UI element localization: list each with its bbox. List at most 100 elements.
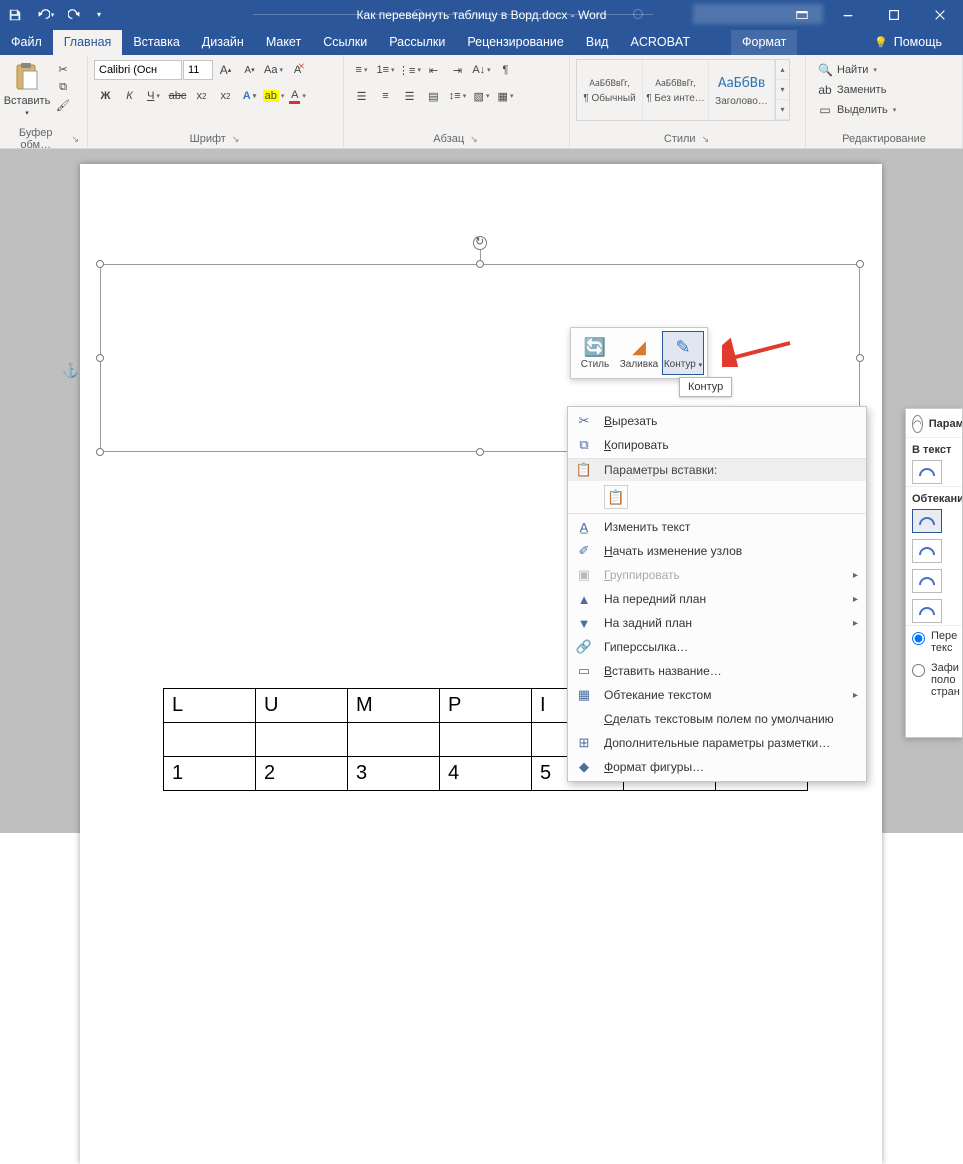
style-heading1[interactable]: АаБбВв Заголово… — [709, 60, 775, 120]
resize-handle-s[interactable] — [476, 448, 484, 456]
tab-file[interactable]: Файл — [0, 30, 53, 55]
ctx-edit-points[interactable]: ✐Начать изменение узлов — [568, 539, 866, 563]
borders-icon[interactable]: ▦ — [494, 85, 517, 107]
justify-icon[interactable]: ▤ — [422, 85, 445, 107]
maximize-icon[interactable] — [871, 0, 917, 29]
ctx-copy[interactable]: ⧉Копировать — [568, 433, 866, 457]
select-button[interactable]: ▭Выделить▾ — [814, 101, 900, 119]
replace-button[interactable]: abЗаменить — [814, 81, 900, 99]
resize-handle-e[interactable] — [856, 354, 864, 362]
resize-handle-nw[interactable] — [96, 260, 104, 268]
shape-fill-button[interactable]: ◢Заливка — [618, 331, 660, 375]
layout-wrap-thumb[interactable] — [912, 599, 942, 623]
document-area: ⚓ LU MP IC S 12 34 56 7 🔄Стиль ◢Заливка … — [0, 149, 963, 833]
undo-icon[interactable]: ▾ — [30, 0, 60, 29]
style-no-spacing[interactable]: АаБбВвГг, ¶ Без инте… — [643, 60, 709, 120]
ctx-edit-text[interactable]: A̲Изменить текст — [568, 515, 866, 539]
ctx-hyperlink[interactable]: 🔗Гиперссылка… — [568, 635, 866, 659]
style-normal[interactable]: АаБбВвГг, ¶ Обычный — [577, 60, 643, 120]
styles-more-icon[interactable]: ▾ — [776, 100, 789, 120]
line-spacing-icon[interactable]: ↕≡ — [446, 85, 469, 107]
clipboard-launcher-icon[interactable]: ↘ — [69, 134, 81, 145]
copy-icon[interactable]: ⧉ — [52, 79, 74, 95]
resize-handle-w[interactable] — [96, 354, 104, 362]
ctx-format-shape[interactable]: ◆Формат фигуры… — [568, 755, 866, 779]
resize-handle-n[interactable] — [476, 260, 484, 268]
multilevel-icon[interactable]: ⋮≡ — [398, 59, 421, 81]
change-case-icon[interactable]: Aa — [262, 59, 285, 81]
styles-launcher-icon[interactable]: ↘ — [700, 134, 712, 145]
layout-wrap-thumb[interactable] — [912, 539, 942, 563]
decrease-indent-icon[interactable]: ⇤ — [422, 59, 445, 81]
qat-customize-icon[interactable]: ▾ — [90, 0, 108, 29]
italic-icon[interactable]: К — [118, 85, 141, 107]
underline-icon[interactable]: Ч — [142, 85, 165, 107]
ctx-caption[interactable]: ▭Вставить название… — [568, 659, 866, 683]
resize-handle-sw[interactable] — [96, 448, 104, 456]
font-color-icon[interactable]: A — [286, 85, 309, 107]
tab-insert[interactable]: Вставка — [122, 30, 190, 55]
show-marks-icon[interactable]: ¶ — [494, 59, 517, 81]
font-launcher-icon[interactable]: ↘ — [230, 134, 242, 145]
ctx-send-back[interactable]: ▼На задний план — [568, 611, 866, 635]
layout-move-with-text[interactable]: Перетекс — [906, 626, 962, 658]
shrink-font-icon[interactable]: A▾ — [238, 59, 261, 81]
highlight-icon[interactable]: ab — [262, 85, 285, 107]
tab-format[interactable]: Формат — [731, 30, 797, 55]
ctx-more-layout[interactable]: ⊞Дополнительные параметры разметки… — [568, 731, 866, 755]
find-button[interactable]: 🔍Найти▾ — [814, 61, 900, 79]
tab-layout[interactable]: Макет — [255, 30, 312, 55]
close-icon[interactable] — [917, 0, 963, 29]
tab-design[interactable]: Дизайн — [191, 30, 255, 55]
grow-font-icon[interactable]: A▴ — [214, 59, 237, 81]
shape-style-button[interactable]: 🔄Стиль — [574, 331, 616, 375]
bold-icon[interactable]: Ж — [94, 85, 117, 107]
paragraph-launcher-icon[interactable]: ↘ — [468, 134, 480, 145]
increase-indent-icon[interactable]: ⇥ — [446, 59, 469, 81]
styles-down-icon[interactable]: ▾ — [776, 80, 789, 100]
tab-home[interactable]: Главная — [53, 30, 123, 55]
numbering-icon[interactable]: 1≡ — [374, 59, 397, 81]
sort-icon[interactable]: A↓ — [470, 59, 493, 81]
styles-up-icon[interactable]: ▴ — [776, 60, 789, 80]
superscript-icon[interactable]: x2 — [214, 85, 237, 107]
paste-keep-source-icon[interactable]: 📋 — [604, 485, 628, 509]
tab-references[interactable]: Ссылки — [312, 30, 378, 55]
rotate-handle[interactable] — [473, 236, 487, 250]
layout-inline-thumb[interactable] — [912, 460, 942, 484]
ctx-default-textbox[interactable]: Сделать текстовым полем по умолчанию — [568, 707, 866, 731]
layout-wrap-thumb[interactable] — [912, 569, 942, 593]
tab-acrobat[interactable]: ACROBAT — [619, 30, 701, 55]
shape-outline-button[interactable]: ✎Контур ▾ — [662, 331, 704, 375]
save-icon[interactable] — [0, 0, 30, 29]
subscript-icon[interactable]: x2 — [190, 85, 213, 107]
tab-review[interactable]: Рецензирование — [456, 30, 575, 55]
paste-button[interactable]: Вставить ▾ — [6, 59, 48, 117]
format-painter-icon[interactable]: 🖌 — [52, 97, 74, 113]
tab-mailings[interactable]: Рассылки — [378, 30, 456, 55]
ctx-wrap[interactable]: ▦Обтекание текстом — [568, 683, 866, 707]
minimize-icon[interactable] — [825, 0, 871, 29]
text-effects-icon[interactable]: A — [238, 85, 261, 107]
font-size-input[interactable] — [183, 60, 213, 80]
ctx-cut[interactable]: ✂Вырезать — [568, 409, 866, 433]
layout-wrap-thumb[interactable] — [912, 509, 942, 533]
strike-icon[interactable]: abc — [166, 85, 189, 107]
align-left-icon[interactable]: ☰ — [350, 85, 373, 107]
bullets-icon[interactable]: ≡ — [350, 59, 373, 81]
align-center-icon[interactable]: ≡ — [374, 85, 397, 107]
font-name-input[interactable] — [94, 60, 182, 80]
styles-gallery[interactable]: АаБбВвГг, ¶ Обычный АаБбВвГг, ¶ Без инте… — [576, 59, 790, 121]
ctx-group: ▣Группировать — [568, 563, 866, 587]
align-right-icon[interactable]: ☰ — [398, 85, 421, 107]
shading-icon[interactable]: ▧ — [470, 85, 493, 107]
clear-formatting-icon[interactable]: A⨯ — [286, 59, 309, 81]
ribbon-display-icon[interactable] — [779, 0, 825, 29]
cut-icon[interactable]: ✂ — [52, 61, 74, 77]
tell-me[interactable]: Помощь — [863, 30, 953, 55]
ctx-bring-front[interactable]: ▲На передний план — [568, 587, 866, 611]
tab-view[interactable]: Вид — [575, 30, 620, 55]
layout-fix-position[interactable]: Зафиполостран — [906, 658, 962, 702]
resize-handle-ne[interactable] — [856, 260, 864, 268]
redo-icon[interactable] — [60, 0, 90, 29]
